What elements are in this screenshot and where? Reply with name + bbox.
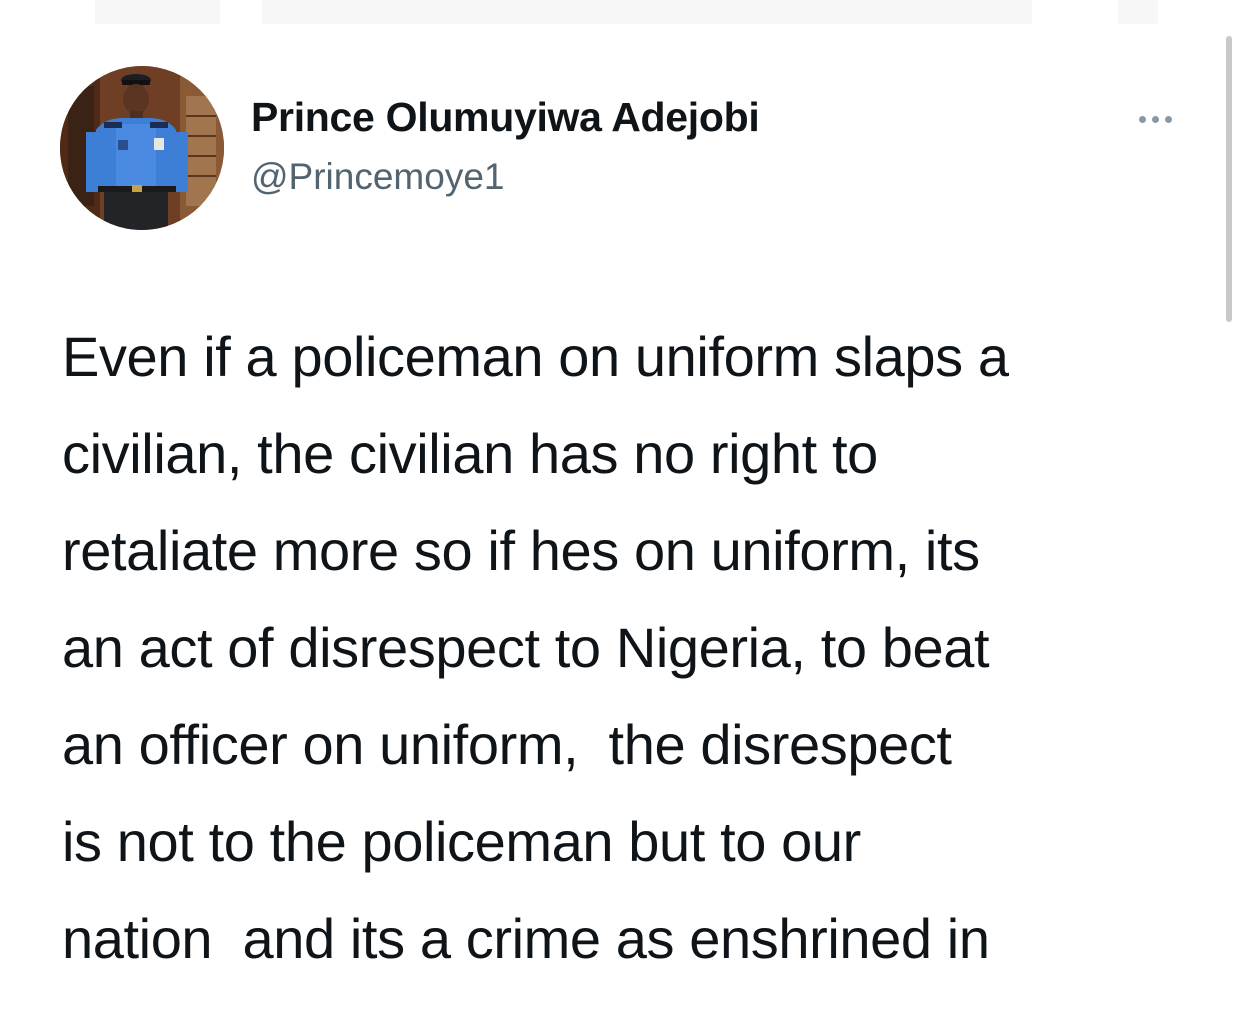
more-dots-icon [1138,115,1146,123]
avatar[interactable] [60,66,224,230]
tweet-text-line: an act of disrespect to Nigeria, to beat [62,616,990,679]
tweet-text-line: Even if a policeman on uniform slaps a [62,325,1009,388]
display-name[interactable]: Prince Olumuyiwa Adejobi [251,94,760,141]
status-bar-strip [0,0,1242,24]
status-bar-segment [1118,0,1158,24]
tweet-text-line: is not to the policeman but to our [62,810,861,873]
avatar-photo [60,66,224,230]
scrollbar[interactable] [1224,36,1234,326]
user-handle[interactable]: @Princemoye1 [251,156,505,198]
more-dots-icon [1164,115,1172,123]
status-bar-segment [262,0,1032,24]
status-bar-segment [95,0,220,24]
scrollbar-thumb[interactable] [1226,36,1232,322]
tweet-text: Even if a policeman on uniform slaps a c… [62,308,1212,987]
tweet-text-line: retaliate more so if hes on uniform, its [62,519,980,582]
tweet-text-line: an officer on uniform, the disrespect [62,713,952,776]
more-dots-icon [1151,115,1159,123]
tweet-text-line: civilian, the civilian has no right to [62,422,878,485]
tweet-text-line: nation and its a crime as enshrined in [62,907,990,970]
more-options-button[interactable] [1128,104,1182,134]
